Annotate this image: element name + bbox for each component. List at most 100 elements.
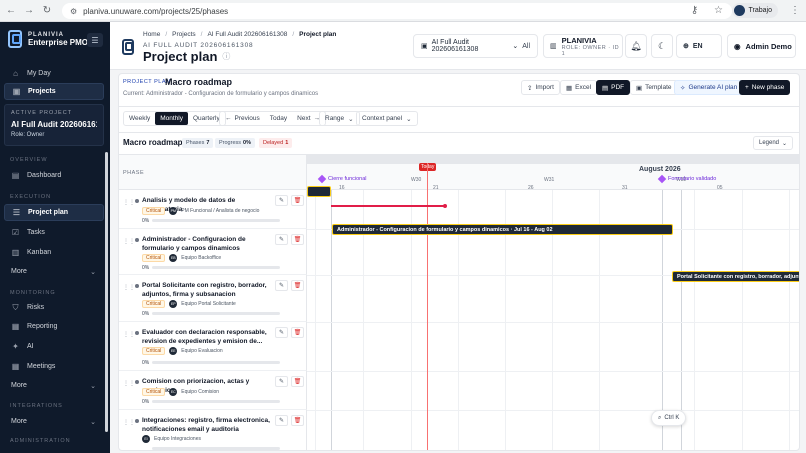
progress-badge: Progress 0% (215, 138, 255, 148)
back-icon[interactable]: ← (4, 4, 18, 18)
generate-ai-plan-button[interactable]: ✧ Generate AI plan (674, 80, 744, 95)
roadmap-title: Macro roadmap (123, 138, 183, 147)
roadmap-card: PROJECT PLAN Macro roadmap Current: Admi… (118, 73, 800, 451)
gantt-bar-analysis[interactable] (307, 186, 331, 197)
sidebar-item-meetings[interactable]: ▦ Meetings (4, 358, 104, 375)
delete-icon[interactable]: 🗑︎ (291, 327, 304, 338)
delete-icon[interactable]: 🗑︎ (291, 234, 304, 245)
delete-icon[interactable]: 🗑︎ (291, 280, 304, 291)
delete-icon[interactable]: 🗑︎ (291, 415, 304, 426)
drag-handle-icon[interactable]: ⋮⋮ (123, 419, 135, 426)
edit-icon[interactable]: ✎ (275, 195, 288, 206)
profile-button[interactable]: Trabajo (731, 3, 778, 18)
drag-handle-icon[interactable]: ⋮⋮ (123, 380, 135, 387)
gantt-bar-administrador[interactable]: Administrador - Configuracion de formula… (332, 224, 673, 235)
milestone[interactable]: Formulario validado (657, 174, 716, 184)
breadcrumb-project[interactable]: AI Full Audit 202606161308 (207, 31, 287, 38)
browser-bar: ← → ↻ ⚙ planiva.unuware.com/projects/25/… (0, 0, 806, 22)
sidebar-item-kanban[interactable]: ▥ Kanban (4, 244, 104, 261)
more-icon[interactable]: ⋮ (788, 4, 802, 18)
sidebar-item-more-integrations[interactable]: More ⌄ (4, 413, 104, 430)
excel-button[interactable]: ▦ Excel (560, 80, 598, 95)
notifications-button[interactable]: 🔔︎ (625, 34, 647, 58)
sidebar-item-project-plan[interactable]: ☰ Project plan (4, 204, 104, 221)
gantt-bar-portal[interactable]: Portal Solicitante con registro, borrado… (672, 271, 799, 282)
url-bar[interactable]: ⚙ planiva.unuware.com/projects/25/phases (62, 3, 732, 19)
legend-dropdown[interactable]: Legend ⌄ (753, 136, 794, 150)
project-select[interactable]: ▣ AI Full Audit 202606161308 ⌄ All (413, 34, 538, 58)
phase-row[interactable]: ⋮⋮ Portal Solicitante con registro, borr… (119, 275, 307, 322)
sidebar-item-risks[interactable]: ⛉ Risks (4, 299, 104, 316)
user-menu[interactable]: ◉ Admin Demo (727, 34, 796, 58)
key-icon[interactable]: ⚷ (688, 4, 702, 18)
range-dropdown[interactable]: Range ⌄ (319, 111, 360, 126)
phase-name[interactable]: Portal Solicitante con registro, borrado… (142, 281, 277, 299)
edit-icon[interactable]: ✎ (275, 376, 288, 387)
team-avatar: EE (169, 347, 178, 355)
pdf-button[interactable]: ▤ PDF (596, 80, 631, 95)
template-button[interactable]: ▣ Template (630, 80, 678, 95)
drag-handle-icon[interactable]: ⋮⋮ (123, 331, 135, 338)
phase-row[interactable]: ⋮⋮ Analisis y modelo de datos de convoca… (119, 190, 307, 229)
sidebar-item-more-execution[interactable]: More ⌄ (4, 263, 104, 280)
brand-logo[interactable]: PLANIVIA Enterprise PMO (8, 30, 88, 48)
search-icon: ⌕ (658, 414, 662, 421)
menu-toggle-icon[interactable]: ☰ (87, 33, 103, 47)
progress-text: 0% (142, 311, 150, 317)
drag-handle-icon[interactable]: ⋮⋮ (123, 199, 135, 206)
progress-bar (152, 219, 280, 222)
sidebar-scrollbar[interactable] (105, 152, 108, 432)
reload-icon[interactable]: ↻ (40, 4, 54, 18)
phase-row[interactable]: ⋮⋮ Evaluador con declaracion responsable… (119, 322, 307, 371)
progress-bar (152, 266, 280, 269)
sidebar-item-reporting[interactable]: ▦ Reporting (4, 318, 104, 335)
previous-button[interactable]: ← Previous (220, 112, 265, 125)
import-button[interactable]: ⇪ Import (521, 80, 560, 95)
phase-row[interactable]: ⋮⋮ Administrador - Configuracion de form… (119, 229, 307, 275)
sidebar-item-more-monitoring[interactable]: More ⌄ (4, 377, 104, 394)
organization-switcher[interactable]: ▥ PLANIVIA ROLE: OWNER · ID 1 (543, 34, 623, 58)
chevron-down-icon: ⌄ (512, 43, 519, 50)
drag-handle-icon[interactable]: ⋮⋮ (123, 284, 135, 291)
gantt-icon: ☰ (12, 208, 21, 217)
context-panel-dropdown[interactable]: Context panel ⌄ (356, 111, 418, 126)
scope-value[interactable]: All (522, 43, 537, 50)
edit-icon[interactable]: ✎ (275, 234, 288, 245)
drag-handle-icon[interactable]: ⋮⋮ (123, 238, 135, 245)
sidebar-item-my-day[interactable]: ⌂ My Day (4, 65, 104, 82)
site-info-icon[interactable]: ⚙ (70, 7, 77, 16)
breadcrumb-home[interactable]: Home (143, 31, 160, 38)
arrow-left-icon: ← (225, 115, 232, 122)
edit-icon[interactable]: ✎ (275, 415, 288, 426)
profile-name: Trabajo (748, 7, 772, 14)
new-phase-button[interactable]: + New phase (739, 80, 791, 95)
sidebar-item-ai[interactable]: ✦ AI (4, 338, 104, 355)
theme-toggle[interactable]: ☾ (651, 34, 673, 58)
sidebar-item-label: More (11, 418, 27, 425)
sidebar-item-dashboard[interactable]: ▤ Dashboard (4, 167, 104, 184)
today-button[interactable]: Today (265, 112, 292, 125)
view-monthly[interactable]: Monthly (155, 112, 188, 125)
edit-icon[interactable]: ✎ (275, 327, 288, 338)
phase-row[interactable]: ⋮⋮ Integraciones: registro, firma electr… (119, 410, 307, 450)
sidebar-item-projects[interactable]: ▣ Projects (4, 83, 104, 100)
view-weekly[interactable]: Weekly (124, 112, 155, 125)
phase-name[interactable]: Evaluador con declaracion responsable, r… (142, 328, 277, 346)
delete-icon[interactable]: 🗑︎ (291, 195, 304, 206)
info-icon[interactable]: ⓘ (222, 51, 230, 62)
command-search-button[interactable]: ⌕ Ctrl K (651, 410, 687, 426)
sidebar-item-tasks[interactable]: ☑ Tasks (4, 224, 104, 241)
sidebar-item-label: Kanban (27, 249, 52, 256)
star-icon[interactable]: ☆ (712, 4, 726, 18)
phase-row[interactable]: ⋮⋮ Comision con priorizacion, actas y re… (119, 371, 307, 410)
delete-icon[interactable]: 🗑︎ (291, 376, 304, 387)
edit-icon[interactable]: ✎ (275, 280, 288, 291)
phase-name[interactable]: Integraciones: registro, firma electroni… (142, 416, 277, 434)
breadcrumb-projects[interactable]: Projects (172, 31, 195, 38)
phase-name[interactable]: Administrador - Configuracion de formula… (142, 235, 277, 253)
milestone[interactable]: Cierre funcional (317, 174, 367, 184)
language-select[interactable]: ⊕ EN (676, 34, 722, 58)
forward-icon[interactable]: → (22, 4, 36, 18)
team-avatar: EI (142, 435, 150, 443)
active-project-card[interactable]: ACTIVE PROJECT AI Full Audit 202606161..… (4, 104, 104, 146)
